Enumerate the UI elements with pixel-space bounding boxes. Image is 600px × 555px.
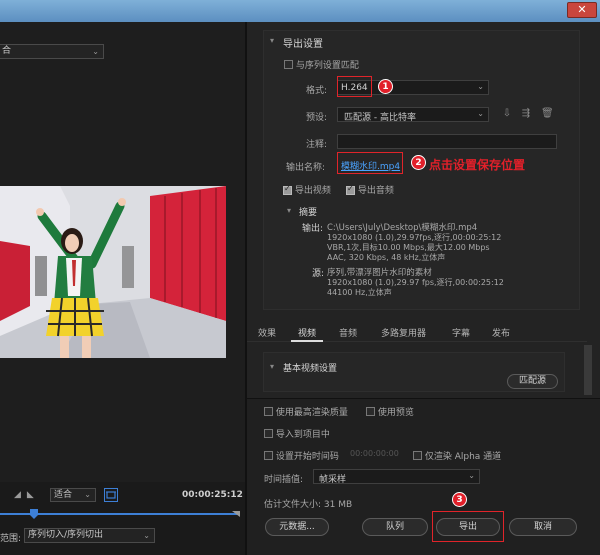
annotation-marker-1: 1 (378, 79, 393, 94)
set-start-timecode-label: 设置开始时间码 (275, 452, 339, 462)
annotation-marker-2: 2 (411, 155, 426, 170)
window-titlebar: ✕ (0, 0, 600, 22)
source-range-value: 序列切入/序列切出 (28, 530, 104, 540)
tab-multiplexer[interactable]: 多路复用器 (381, 326, 426, 339)
match-sequence-label: 与序列设置匹配 (295, 61, 359, 71)
summary-source-line3: 44100 Hz,立体声 (327, 288, 392, 297)
start-timecode-value: 00:00:00:00 (350, 449, 399, 458)
source-range-select[interactable]: 序列切入/序列切出 ⌄ (24, 528, 155, 543)
summary-output-heading: 输出: (302, 224, 324, 234)
mark-in-icon[interactable]: ◢ (14, 490, 21, 500)
comment-input[interactable] (337, 134, 557, 149)
video-preview (0, 186, 226, 358)
source-tab-select-value: 合 (2, 46, 12, 56)
time-interpolation-select[interactable]: 帧采样 ⌄ (313, 469, 480, 485)
close-window-button[interactable]: ✕ (567, 2, 597, 18)
export-audio-row[interactable]: 导出音频 (346, 183, 394, 196)
cancel-button[interactable]: 取消 (509, 518, 577, 536)
export-button[interactable]: 导出 (436, 518, 500, 536)
preset-select[interactable]: 匹配源 - 高比特率 ⌄ (337, 107, 489, 123)
match-sequence-checkbox[interactable] (284, 60, 293, 69)
set-start-timecode-checkbox[interactable] (264, 451, 273, 460)
time-interpolation-label: 时间插值: (264, 475, 304, 485)
annotation-marker-3: 3 (452, 492, 467, 507)
max-render-quality-checkbox[interactable] (264, 407, 273, 416)
annotation-text-2: 点击设置保存位置 (429, 158, 526, 172)
match-sequence-row[interactable]: 与序列设置匹配 (284, 58, 359, 71)
estimated-file-size: 估计文件大小: 31 MB (264, 500, 353, 510)
video-frame-image (0, 186, 226, 358)
output-name-link[interactable]: 模糊水印.mp4 (341, 159, 400, 172)
chevron-down-icon: ⌄ (468, 471, 475, 480)
settings-scrollbar[interactable] (584, 345, 592, 395)
import-preset-icon[interactable]: ⇶ (520, 108, 532, 120)
import-to-project-row[interactable]: 导入到项目中 (264, 427, 330, 440)
chevron-down-icon: ⌄ (477, 82, 484, 91)
summary-output-line4: AAC, 320 Kbps, 48 kHz,立体声 (327, 253, 446, 262)
settings-tabs: 效果 视频 音频 多路复用器 字幕 发布 (247, 322, 587, 342)
mark-out-icon[interactable]: ◣ (27, 490, 34, 500)
tab-effects[interactable]: 效果 (258, 326, 276, 339)
max-render-quality-row[interactable]: 使用最高渲染质量 (264, 405, 348, 418)
chevron-down-icon: ⌄ (143, 531, 150, 540)
tab-captions[interactable]: 字幕 (452, 326, 470, 339)
render-alpha-label: 仅渲染 Alpha 通道 (424, 452, 502, 462)
preset-value: 匹配源 - 高比特率 (344, 113, 416, 123)
summary-source-heading: 源: (312, 269, 325, 279)
tab-publish[interactable]: 发布 (492, 326, 510, 339)
export-video-label: 导出视频 (294, 186, 331, 196)
active-tab-underline (291, 340, 323, 342)
format-label: 格式: (306, 86, 328, 96)
import-to-project-checkbox[interactable] (264, 429, 273, 438)
basic-video-collapse-icon[interactable]: ▾ (270, 362, 274, 371)
export-audio-label: 导出音频 (357, 186, 394, 196)
chevron-down-icon: ⌄ (477, 109, 484, 118)
current-timecode: 00:00:25:12 (182, 490, 243, 500)
playhead-icon (30, 509, 38, 519)
range-label: 范围: (0, 534, 22, 544)
import-to-project-label: 导入到项目中 (275, 430, 330, 440)
tab-video[interactable]: 视频 (298, 326, 316, 339)
zoom-fit-value: 适合 (54, 490, 73, 500)
use-previews-checkbox[interactable] (366, 407, 375, 416)
use-previews-row[interactable]: 使用预览 (366, 405, 414, 418)
export-video-row[interactable]: 导出视频 (283, 183, 331, 196)
export-audio-checkbox[interactable] (346, 186, 355, 195)
tab-audio[interactable]: 音频 (339, 326, 357, 339)
use-previews-label: 使用预览 (377, 408, 414, 418)
summary-title: 摘要 (299, 208, 318, 218)
zoom-fit-select[interactable]: 适合 ⌄ (50, 488, 96, 502)
export-settings-title: 导出设置 (283, 39, 323, 50)
metadata-button[interactable]: 元数据... (265, 518, 329, 536)
match-source-button[interactable]: 匹配源 (507, 374, 558, 389)
time-interpolation-value: 帧采样 (319, 475, 347, 485)
summary-collapse-icon[interactable]: ▾ (287, 206, 291, 215)
save-preset-icon[interactable]: ⇩ (501, 108, 513, 120)
set-start-timecode-row[interactable]: 设置开始时间码 (264, 449, 339, 462)
max-render-quality-label: 使用最高渲染质量 (275, 408, 348, 418)
comment-label: 注释: (306, 140, 328, 150)
timeline-scrubber[interactable] (0, 509, 240, 519)
source-tab-select[interactable]: 合 ⌄ (0, 44, 104, 59)
render-alpha-row[interactable]: 仅渲染 Alpha 通道 (413, 449, 501, 462)
collapse-triangle-icon[interactable]: ▾ (270, 36, 274, 45)
chevron-down-icon: ⌄ (84, 490, 91, 499)
export-video-checkbox[interactable] (283, 186, 292, 195)
format-value: H.264 (341, 83, 368, 93)
basic-video-settings-title: 基本视频设置 (283, 364, 338, 374)
output-name-label: 输出名称: (286, 163, 326, 173)
chevron-down-icon: ⌄ (92, 47, 99, 56)
crop-output-icon[interactable] (104, 488, 118, 502)
delete-preset-icon[interactable]: 🗑 (541, 108, 554, 120)
queue-button[interactable]: 队列 (362, 518, 428, 536)
render-alpha-checkbox[interactable] (413, 451, 422, 460)
preset-label: 预设: (306, 113, 328, 123)
